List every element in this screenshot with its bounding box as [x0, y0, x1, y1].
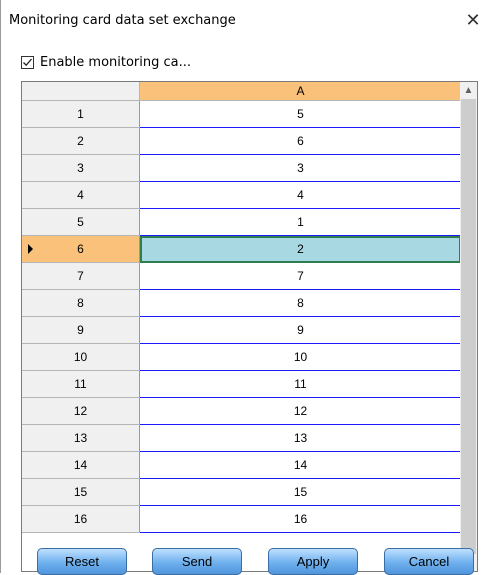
grid-cell-value[interactable]: 4 [139, 181, 461, 209]
row-number: 16 [73, 512, 88, 526]
dialog-title: Monitoring card data set exchange [9, 13, 236, 28]
row-number: 2 [77, 134, 84, 148]
table-row[interactable]: 77 [22, 262, 461, 290]
table-row[interactable]: 11 11 [22, 370, 461, 398]
table-row[interactable]: 15 15 [22, 478, 461, 506]
row-number: 4 [77, 188, 84, 202]
row-number: 1 [77, 107, 84, 121]
table-row[interactable]: 51 [22, 208, 461, 236]
row-header[interactable]: 11 [22, 370, 140, 398]
row-header[interactable]: 13 [22, 424, 140, 452]
close-icon[interactable]: ✕ [462, 9, 484, 31]
table-row[interactable]: 33 [22, 154, 461, 182]
row-header[interactable]: 14 [22, 451, 140, 479]
grid-cell-value[interactable]: 13 [139, 424, 461, 452]
row-number: 3 [77, 161, 84, 175]
table-row[interactable]: 12 12 [22, 397, 461, 425]
row-header[interactable]: 15 [22, 478, 140, 506]
grid-cell-value[interactable]: 16 [139, 505, 461, 533]
row-number: 10 [73, 350, 88, 364]
grid-cell-value[interactable]: 14 [139, 451, 461, 479]
table-row[interactable]: 62 [22, 235, 461, 263]
row-number: 8 [77, 296, 84, 310]
table-row[interactable]: 26 [22, 127, 461, 155]
grid-cell-value[interactable]: 1 [139, 208, 461, 236]
row-header[interactable]: 3 [22, 154, 140, 182]
vertical-scrollbar[interactable]: ▲ ▼ [460, 82, 477, 571]
row-number: 6 [77, 242, 84, 256]
data-grid[interactable]: A 1 5 2 6 3 3 4 4 5 1 6 2 7 7 8 8 9 9 10 10 11 11 12 12 13 13 14 14… [21, 81, 478, 572]
reset-button[interactable]: Reset [37, 548, 127, 575]
enable-monitoring-checkbox[interactable] [21, 55, 34, 69]
row-number: 14 [73, 458, 88, 472]
scrollbar-thumb[interactable] [461, 99, 476, 554]
row-header[interactable]: 2 [22, 127, 140, 155]
grid-cell-value[interactable]: 2 [139, 235, 461, 263]
row-header[interactable]: 8 [22, 289, 140, 317]
row-number: 15 [73, 485, 88, 499]
grid-corner-header [22, 82, 140, 101]
row-header[interactable]: 9 [22, 316, 140, 344]
table-row[interactable]: 14 14 [22, 451, 461, 479]
table-row[interactable]: 13 13 [22, 424, 461, 452]
grid-cell-value[interactable]: 8 [139, 289, 461, 317]
table-row[interactable]: 44 [22, 181, 461, 209]
grid-cell-value[interactable]: 11 [139, 370, 461, 398]
grid-cell-value[interactable]: 10 [139, 343, 461, 371]
grid-table: A 1 5 2 6 3 3 4 4 5 1 6 2 7 7 8 8 9 9 10 10 11 11 12 12 13 13 14 14… [22, 82, 461, 533]
row-header[interactable]: 7 [22, 262, 140, 290]
grid-cell-value[interactable]: 6 [139, 127, 461, 155]
apply-button[interactable]: Apply [268, 548, 358, 575]
dialog-window: Monitoring card data set exchange ✕ Enab… [0, 0, 489, 575]
column-header-a[interactable]: A [139, 82, 461, 101]
row-number: 7 [77, 269, 84, 283]
row-number: 5 [77, 215, 84, 229]
cancel-button[interactable]: Cancel [384, 548, 474, 575]
title-bar: Monitoring card data set exchange ✕ [1, 0, 489, 40]
button-bar: Reset Send Apply Cancel [1, 543, 489, 575]
table-row[interactable]: 15 [22, 100, 461, 128]
row-number: 13 [73, 431, 88, 445]
table-row[interactable]: 10 10 [22, 343, 461, 371]
checkmark-icon [23, 58, 32, 66]
table-row[interactable]: 88 [22, 289, 461, 317]
row-header[interactable]: 6 [22, 235, 140, 263]
row-number: 12 [73, 404, 88, 418]
grid-cell-value[interactable]: 9 [139, 316, 461, 344]
row-header[interactable]: 5 [22, 208, 140, 236]
row-header[interactable]: 4 [22, 181, 140, 209]
enable-monitoring-checkbox-row[interactable]: Enable monitoring ca... [21, 54, 191, 70]
row-header[interactable]: 1 [22, 100, 140, 128]
row-header[interactable]: 10 [22, 343, 140, 371]
grid-cell-value[interactable]: 5 [139, 100, 461, 128]
table-row[interactable]: 16 16 [22, 505, 461, 533]
row-number: 11 [74, 377, 87, 391]
enable-monitoring-label: Enable monitoring ca... [40, 54, 192, 70]
scroll-up-icon[interactable]: ▲ [460, 82, 477, 99]
row-header[interactable]: 16 [22, 505, 140, 533]
grid-cell-value[interactable]: 12 [139, 397, 461, 425]
table-row[interactable]: 99 [22, 316, 461, 344]
current-row-arrow-icon [28, 244, 33, 254]
dialog-content: Enable monitoring ca... A 15263344516277… [1, 40, 489, 575]
row-header[interactable]: 12 [22, 397, 140, 425]
grid-cell-value[interactable]: 3 [139, 154, 461, 182]
send-button[interactable]: Send [152, 548, 242, 575]
grid-cell-value[interactable]: 7 [139, 262, 461, 290]
grid-cell-value[interactable]: 15 [139, 478, 461, 506]
row-number: 9 [77, 323, 84, 337]
